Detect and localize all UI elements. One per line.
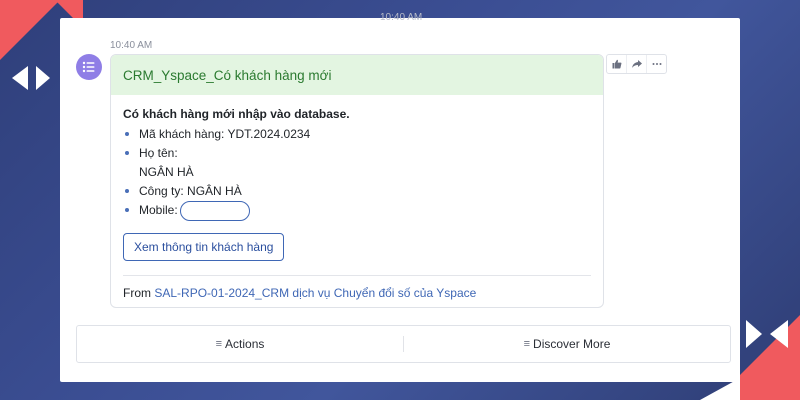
decor-arrow-icon xyxy=(770,320,788,348)
from-link[interactable]: SAL-RPO-01-2024_CRM dịch vụ Chuyển đổi s… xyxy=(154,286,476,300)
thumbs-up-icon xyxy=(612,59,621,69)
field-name-value: NGÂN HÀ xyxy=(139,165,194,179)
share-button[interactable] xyxy=(627,55,647,73)
decor-arrow-icon xyxy=(36,66,50,90)
view-customer-button[interactable]: Xem thông tin khách hàng xyxy=(123,233,285,261)
actions-label: Actions xyxy=(225,337,265,351)
decor-triangle xyxy=(0,0,60,60)
field-mobile-label: Mobile: xyxy=(139,203,178,218)
card-header: CRM_Yspace_Có khách hàng mới xyxy=(111,55,603,95)
field-name-label: Họ tên: xyxy=(123,144,591,163)
thumbs-up-button[interactable] xyxy=(607,55,627,73)
actions-button[interactable]: ≡ Actions xyxy=(77,337,403,351)
message-card: CRM_Yspace_Có khách hàng mới Có khách hà… xyxy=(110,54,604,308)
list-icon xyxy=(82,61,95,73)
card-title: CRM_Yspace_Có khách hàng mới xyxy=(123,67,332,83)
field-list: Mã khách hàng: YDT.2024.0234 Họ tên: xyxy=(123,125,591,163)
card-intro: Có khách hàng mới nhập vào database. xyxy=(123,107,350,121)
discover-more-label: Discover More xyxy=(533,337,611,351)
field-company: Công ty: NGÂN HÀ xyxy=(123,182,591,201)
mobile-value-box[interactable] xyxy=(179,201,250,221)
field-list: Công ty: NGÂN HÀ Mobile: xyxy=(123,182,591,221)
message-timestamp: 10:40 AM xyxy=(110,40,153,51)
share-icon xyxy=(631,60,642,68)
card-body: Có khách hàng mới nhập vào database. Mã … xyxy=(111,95,603,307)
more-icon xyxy=(652,63,661,65)
field-mobile: Mobile: xyxy=(123,201,591,221)
decor-arrow-icon xyxy=(12,66,28,90)
more-button[interactable] xyxy=(647,55,666,73)
from-label: From xyxy=(123,286,151,300)
card-footer: From SAL-RPO-01-2024_CRM dịch vụ Chuyển … xyxy=(123,276,591,307)
discover-more-button[interactable]: ≡ Discover More xyxy=(404,337,730,351)
actions-bar: ≡ Actions ≡ Discover More xyxy=(76,325,731,363)
menu-icon: ≡ xyxy=(215,338,223,350)
bot-avatar[interactable] xyxy=(76,54,102,80)
field-customer-code: Mã khách hàng: YDT.2024.0234 xyxy=(123,125,591,144)
menu-icon: ≡ xyxy=(523,338,531,350)
message-reactions xyxy=(606,54,667,74)
decor-arrow-icon xyxy=(746,320,762,348)
top-timestamp: 10:40 AM xyxy=(380,12,423,23)
